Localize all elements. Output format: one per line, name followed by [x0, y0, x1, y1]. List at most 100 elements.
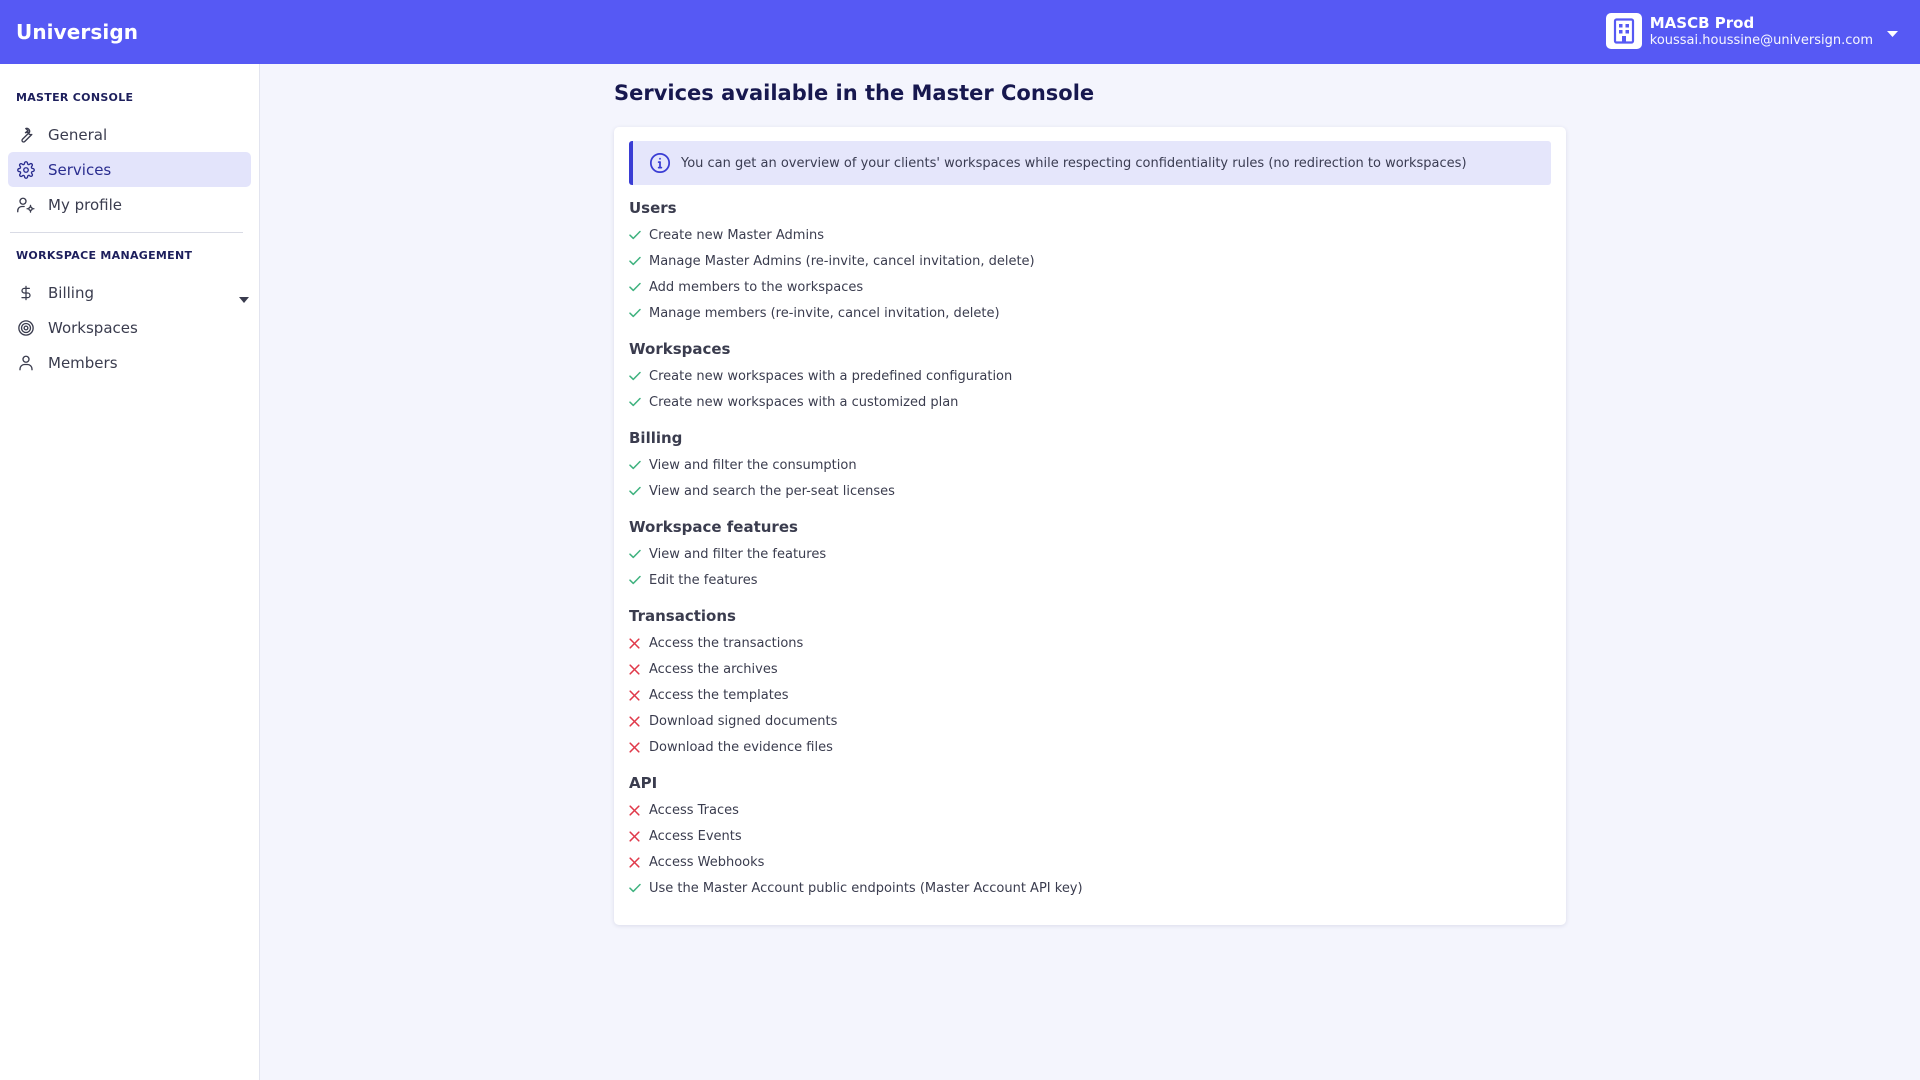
dollar-icon	[16, 283, 36, 303]
permission-label: Access the archives	[649, 661, 778, 677]
permission-item: Add members to the workspaces	[629, 274, 1551, 300]
permission-item: Manage Master Admins (re-invite, cancel …	[629, 248, 1551, 274]
check-icon	[629, 548, 641, 560]
caret-down-icon[interactable]	[239, 289, 249, 307]
sidebar-item-workspaces[interactable]: Workspaces	[8, 310, 251, 345]
permission-item: Access Webhooks	[629, 849, 1551, 875]
cross-icon	[629, 856, 641, 868]
user-icon	[16, 353, 36, 373]
permission-item: Access Events	[629, 823, 1551, 849]
permission-label: Create new workspaces with a predefined …	[649, 368, 1013, 384]
permission-label: View and filter the consumption	[649, 457, 857, 473]
permission-groups: Users Create new Master Admins Manage Mast…	[629, 199, 1551, 901]
permission-group-title: Workspaces	[629, 340, 731, 358]
check-icon	[629, 281, 641, 293]
permission-label: Use the Master Account public endpoints …	[649, 880, 1083, 896]
permission-item: View and search the per-seat licenses	[629, 478, 1551, 504]
sidebar-item-label: Services	[48, 160, 112, 179]
info-banner: You can get an overview of your clients'…	[629, 141, 1551, 185]
check-icon	[629, 229, 641, 241]
permission-group-title: Transactions	[629, 607, 736, 625]
permission-label: Download signed documents	[649, 713, 838, 729]
permission-item: Access the transactions	[629, 630, 1551, 656]
permission-group-title: Workspace features	[629, 518, 798, 536]
sidebar-item-label: Billing	[48, 283, 94, 302]
check-icon	[629, 574, 641, 586]
page-title: Services available in the Master Console	[614, 81, 1095, 105]
check-icon	[629, 882, 641, 894]
permission-item: Create new workspaces with a customized …	[629, 389, 1551, 415]
sidebar: MASTER CONSOLE General Services My profi…	[0, 64, 260, 1080]
permission-label: Create new workspaces with a customized …	[649, 394, 959, 410]
cross-icon	[629, 663, 641, 675]
permission-item: Access Traces	[629, 797, 1551, 823]
permission-label: Access the templates	[649, 687, 789, 703]
cross-icon	[629, 637, 641, 649]
target-icon	[16, 318, 36, 338]
permission-group-title: Billing	[629, 429, 683, 447]
permission-group-title: API	[629, 774, 658, 792]
check-icon	[629, 396, 641, 408]
permission-item: Download signed documents	[629, 708, 1551, 734]
permission-label: Create new Master Admins	[649, 227, 825, 243]
sidebar-item-members[interactable]: Members	[8, 345, 251, 380]
sidebar-item-label: General	[48, 125, 108, 144]
permission-label: Access Events	[649, 828, 742, 844]
account-menu[interactable]: MASCB Prod koussai.houssine@universign.c…	[1605, 11, 1898, 51]
permission-item: Create new Master Admins	[629, 222, 1551, 248]
brand-logo[interactable]: Universign	[16, 0, 138, 64]
permission-label: Edit the features	[649, 572, 758, 588]
permission-item: View and filter the consumption	[629, 452, 1551, 478]
building-icon	[1605, 13, 1642, 49]
gear-icon	[16, 160, 36, 180]
chevron-down-icon[interactable]	[1887, 23, 1898, 42]
services-card: You can get an overview of your clients'…	[614, 127, 1566, 925]
account-org-name: MASCB Prod	[1649, 13, 1755, 32]
cross-icon	[629, 804, 641, 816]
cross-icon	[629, 830, 641, 842]
permission-item: Manage members (re-invite, cancel invita…	[629, 300, 1551, 326]
permission-group-title: Users	[629, 199, 677, 217]
permission-item: Download the evidence files	[629, 734, 1551, 760]
sidebar-divider	[10, 232, 243, 233]
top-header: Universign MASCB Prod koussai.houssine@u…	[0, 0, 1920, 64]
permission-label: View and search the per-seat licenses	[649, 483, 895, 499]
main-content: Services available in the Master Console…	[614, 76, 1566, 925]
check-icon	[629, 255, 641, 267]
permission-item: Create new workspaces with a predefined …	[629, 363, 1551, 389]
sidebar-item-billing[interactable]: Billing	[8, 275, 251, 310]
cross-icon	[629, 741, 641, 753]
permission-label: Manage Master Admins (re-invite, cancel …	[649, 253, 1035, 269]
sidebar-item-label: My profile	[48, 195, 122, 214]
sidebar-item-label: Members	[48, 353, 118, 372]
permission-item: Edit the features	[629, 567, 1551, 593]
check-icon	[629, 307, 641, 319]
sidebar-section-master-console: MASTER CONSOLE	[16, 91, 134, 104]
permission-label: View and filter the features	[649, 546, 827, 562]
sidebar-item-my-profile[interactable]: My profile	[8, 187, 251, 222]
permission-item: Access the archives	[629, 656, 1551, 682]
user-settings-icon	[16, 195, 36, 215]
permission-label: Access Traces	[649, 802, 739, 818]
cross-icon	[629, 689, 641, 701]
check-icon	[629, 485, 641, 497]
info-icon	[649, 152, 671, 174]
wrench-icon	[16, 125, 36, 145]
permission-label: Manage members (re-invite, cancel invita…	[649, 305, 1000, 321]
check-icon	[629, 370, 641, 382]
check-icon	[629, 459, 641, 471]
permission-label: Access the transactions	[649, 635, 804, 651]
account-email: koussai.houssine@universign.com	[1649, 32, 1873, 48]
permission-label: Add members to the workspaces	[649, 279, 864, 295]
sidebar-item-services[interactable]: Services	[8, 152, 251, 187]
sidebar-item-general[interactable]: General	[8, 117, 251, 152]
permission-label: Access Webhooks	[649, 854, 765, 870]
permission-item: View and filter the features	[629, 541, 1551, 567]
sidebar-item-label: Workspaces	[48, 318, 138, 337]
cross-icon	[629, 715, 641, 727]
permission-label: Download the evidence files	[649, 739, 833, 755]
info-text: You can get an overview of your clients'…	[681, 155, 1467, 171]
permission-item: Use the Master Account public endpoints …	[629, 875, 1551, 901]
permission-item: Access the templates	[629, 682, 1551, 708]
sidebar-section-workspace-management: WORKSPACE MANAGEMENT	[16, 249, 193, 262]
